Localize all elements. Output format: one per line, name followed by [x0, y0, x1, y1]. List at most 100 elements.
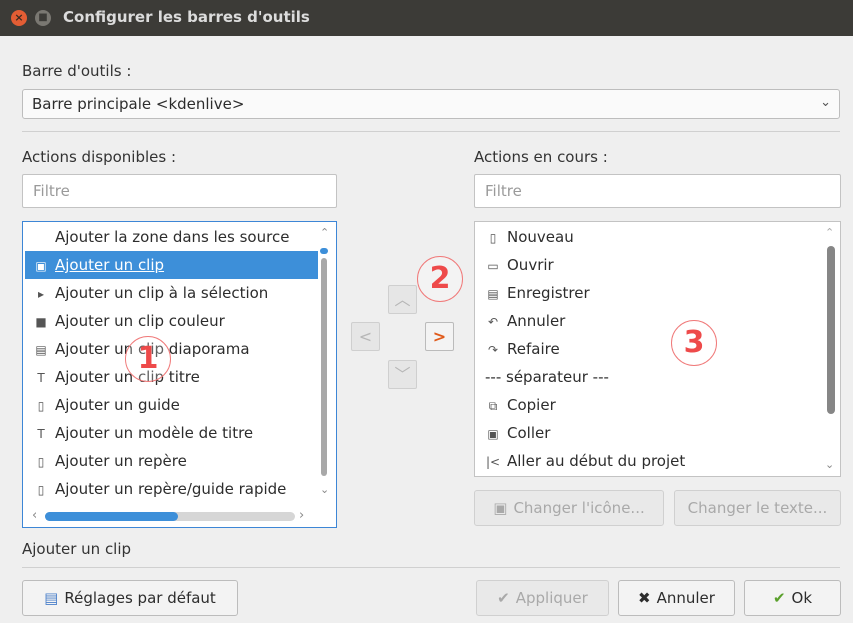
slideshow-icon: ▤ [35, 343, 47, 357]
vertical-scrollbar-thumb[interactable] [827, 246, 835, 414]
cursor-icon: ▸ [37, 287, 45, 301]
change-text-button[interactable]: Changer le texte... [674, 490, 841, 526]
scroll-down-arrow-icon[interactable]: ⌄ [825, 458, 834, 471]
status-text: Ajouter un clip [22, 540, 132, 558]
list-item[interactable]: T Ajouter un clip titre [25, 363, 318, 391]
remove-action-button[interactable]: < [351, 322, 380, 351]
list-item[interactable]: Ajouter la zone dans les source [25, 223, 318, 251]
current-actions-label: Actions en cours : [474, 148, 608, 166]
list-item[interactable]: ↷ Refaire [477, 335, 560, 363]
toolbar-label: Barre d'outils : [22, 62, 132, 80]
list-item-label: Refaire [507, 340, 560, 358]
ok-button-label: Ok [791, 589, 813, 607]
move-down-button[interactable]: ﹀ [388, 360, 417, 389]
apply-button-label: Appliquer [515, 589, 588, 607]
clip-icon: ▣ [35, 259, 47, 273]
annotation-badge-2: 2 [417, 256, 463, 302]
list-item-label: --- séparateur --- [485, 368, 609, 386]
defaults-button[interactable]: ▤ Réglages par défaut [22, 580, 238, 616]
list-item[interactable]: ▤ Enregistrer [477, 279, 590, 307]
current-actions-list[interactable]: ▯ Nouveau ▭ Ouvrir ▤ Enregistrer ↶ Annuler ↷… [474, 221, 841, 477]
list-item-label: Ajouter un guide [55, 396, 180, 414]
list-item-label: Copier [507, 396, 556, 414]
redo-icon: ↷ [487, 343, 499, 357]
change-icon-label: Changer l'icône... [513, 499, 645, 517]
add-action-button[interactable]: > [425, 322, 454, 351]
defaults-button-label: Réglages par défaut [64, 589, 216, 607]
list-item-separator[interactable]: --- séparateur --- [481, 363, 609, 391]
image-icon: ▣ [493, 499, 508, 517]
list-item-label: Ajouter un clip à la sélection [55, 284, 269, 302]
save-icon: ▤ [487, 287, 499, 301]
divider [22, 567, 840, 568]
checkmark-icon: ✔ [772, 589, 786, 607]
new-document-icon: ▯ [489, 231, 497, 245]
folder-open-icon: ▭ [487, 259, 499, 273]
title-bar: × ■ Configurer les barres d'outils [0, 0, 853, 36]
list-item[interactable]: ▯ Ajouter un guide [25, 391, 318, 419]
scroll-right-arrow-icon[interactable]: › [299, 508, 304, 523]
list-item[interactable]: ■ Ajouter un clip couleur [25, 307, 318, 335]
annotation-badge-1: 1 [125, 336, 171, 382]
ok-button[interactable]: ✔ Ok [744, 580, 841, 616]
list-item[interactable]: ▯ Ajouter un repère/guide rapide [25, 475, 318, 503]
list-item-label: Ajouter la zone dans les source [55, 228, 290, 246]
list-item[interactable]: |< Aller au début du projet [477, 447, 685, 475]
list-item[interactable]: T Ajouter un modèle de titre [25, 419, 318, 447]
list-item[interactable]: ↶ Annuler [477, 307, 565, 335]
quick-marker-icon: ▯ [37, 483, 45, 497]
list-item-label: Ajouter un repère [55, 452, 187, 470]
cancel-button[interactable]: ✖ Annuler [618, 580, 735, 616]
vertical-scrollbar-thumb[interactable] [320, 248, 328, 254]
scroll-up-arrow-icon[interactable]: ⌃ [320, 226, 329, 239]
move-up-button[interactable]: ︿ [388, 285, 417, 314]
change-icon-button[interactable]: ▣ Changer l'icône... [474, 490, 664, 526]
copy-icon: ⧉ [488, 399, 498, 413]
guide-icon: ▯ [37, 399, 45, 413]
list-item-label: Enregistrer [507, 284, 590, 302]
close-icon: ✖ [638, 589, 651, 607]
checkmark-icon: ✔ [497, 589, 510, 607]
current-filter-input[interactable]: Filtre [474, 174, 841, 208]
available-actions-list[interactable]: Ajouter la zone dans les source ▣ Ajouter… [22, 221, 337, 528]
horizontal-scrollbar-thumb[interactable] [45, 512, 178, 521]
cancel-button-label: Annuler [656, 589, 715, 607]
change-text-label: Changer le texte... [687, 499, 828, 517]
list-item[interactable]: ▯ Nouveau [477, 223, 574, 251]
available-actions-label: Actions disponibles : [22, 148, 176, 166]
scroll-up-arrow-icon[interactable]: ⌃ [825, 226, 834, 239]
marker-icon: ▯ [37, 455, 45, 469]
list-item[interactable]: ▭ Ouvrir [477, 251, 554, 279]
list-item[interactable]: ⧉ Copier [477, 391, 556, 419]
toolbar-select[interactable]: Barre principale <kdenlive> ⌄ [22, 89, 840, 119]
list-item[interactable]: ▣ Coller [477, 419, 550, 447]
list-item-label: Ouvrir [507, 256, 554, 274]
title-icon: T [37, 371, 45, 385]
list-item-label: Ajouter un clip [55, 256, 165, 274]
undo-icon: ↶ [487, 315, 499, 329]
list-item[interactable]: ▯ Ajouter un repère [25, 447, 318, 475]
scroll-left-arrow-icon[interactable]: ‹ [32, 508, 37, 523]
color-clip-icon: ■ [35, 315, 47, 329]
toolbar-select-value: Barre principale <kdenlive> [32, 95, 245, 113]
list-item-label: Nouveau [507, 228, 574, 246]
chevron-down-icon: ⌄ [820, 95, 831, 110]
list-item-label: Ajouter un repère/guide rapide [55, 480, 287, 498]
list-item-label: Annuler [507, 312, 566, 330]
window-title: Configurer les barres d'outils [63, 8, 310, 26]
apply-button[interactable]: ✔ Appliquer [476, 580, 609, 616]
list-item[interactable]: ▤ Ajouter un clip diaporama [25, 335, 318, 363]
scroll-down-arrow-icon[interactable]: ⌄ [320, 483, 329, 496]
list-item[interactable]: ▸ Ajouter un clip à la sélection [25, 279, 318, 307]
paste-icon: ▣ [487, 427, 499, 441]
minimize-window-icon[interactable]: ■ [35, 10, 51, 26]
list-item-label: Ajouter un clip couleur [55, 312, 225, 330]
available-filter-input[interactable]: Filtre [22, 174, 337, 208]
restore-defaults-icon: ▤ [44, 589, 59, 607]
go-first-icon: |< [485, 455, 501, 469]
list-item-selected[interactable]: ▣ Ajouter un clip [25, 251, 318, 279]
list-item-label: Ajouter un modèle de titre [55, 424, 254, 442]
vertical-scrollbar-track[interactable] [321, 258, 327, 476]
close-window-icon[interactable]: × [11, 10, 27, 26]
title-template-icon: T [37, 427, 45, 441]
